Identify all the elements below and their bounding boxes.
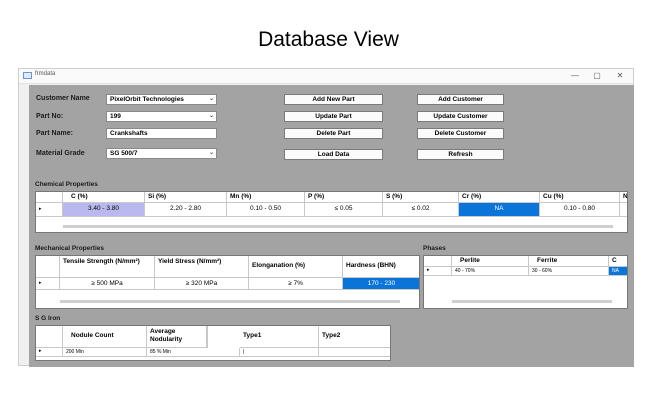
horizontal-scrollbar[interactable]	[63, 225, 613, 228]
row-header[interactable]: ▸	[36, 278, 60, 290]
app-window: frmdata — ▢ ✕ Customer Name Part No: Par…	[18, 68, 634, 367]
chemical-properties-grid[interactable]: C (%) Si (%) Mn (%) P (%) S (%) Cr (%) C…	[35, 191, 628, 233]
column-header[interactable]: Ferrite	[529, 256, 609, 267]
table-cell[interactable]: 170 - 230	[343, 278, 419, 290]
current-row-icon: ▸	[39, 348, 42, 354]
grid-corner	[36, 326, 63, 348]
customer-name-label: Customer Name	[36, 95, 90, 102]
column-header[interactable]: C	[609, 256, 627, 267]
chevron-down-icon[interactable]: ⌄	[209, 149, 214, 158]
sg-iron-grid[interactable]: Nodule Count Average Nodularity Type1 Ty…	[35, 325, 391, 361]
add-new-part-button[interactable]: Add New Part	[284, 94, 383, 105]
customer-name-value: PixelOrbit Technologies	[110, 96, 184, 103]
part-name-label: Part Name:	[36, 130, 73, 137]
table-cell[interactable]: 200 Min	[63, 348, 147, 357]
column-header[interactable]: C (%)	[63, 192, 145, 203]
table-cell[interactable]: ≥ 320 MPa	[155, 278, 249, 290]
chevron-down-icon[interactable]: ⌄	[209, 112, 214, 121]
mechanical-properties-grid[interactable]: Tensile Strength (N/mm²) Yield Stress (N…	[35, 255, 420, 309]
form-client-area: Customer Name Part No: Part Name: Materi…	[29, 85, 634, 367]
delete-part-button[interactable]: Delete Part	[284, 128, 383, 139]
update-part-button[interactable]: Update Part	[284, 111, 383, 122]
row-header[interactable]: ▸	[36, 203, 63, 217]
table-cell[interactable]	[319, 348, 390, 357]
window-title: frmdata	[35, 71, 56, 77]
page-title: Database View	[258, 28, 399, 51]
table-cell[interactable]: 0.10 - 0.80	[540, 203, 620, 217]
material-grade-label: Material Grade	[36, 150, 85, 157]
part-no-select[interactable]: 199 ⌄	[106, 111, 217, 122]
close-button[interactable]: ✕	[613, 70, 627, 82]
sg-iron-heading: S G Iron	[35, 315, 61, 322]
column-header[interactable]: P (%)	[305, 192, 383, 203]
delete-customer-button[interactable]: Delete Customer	[417, 128, 504, 139]
column-header[interactable]: Si (%)	[145, 192, 227, 203]
column-header[interactable]: N	[620, 192, 627, 203]
column-header[interactable]: Hardness (BHN)	[343, 256, 419, 278]
part-no-label: Part No:	[36, 113, 64, 120]
customer-name-select[interactable]: PixelOrbit Technologies ⌄	[106, 94, 217, 105]
row-header[interactable]: ▸	[36, 348, 63, 357]
current-row-icon: ▸	[427, 267, 430, 273]
row-header[interactable]: ▸	[424, 267, 452, 276]
table-cell[interactable]: NA	[609, 267, 627, 276]
column-header[interactable]: Mn (%)	[227, 192, 305, 203]
mechanical-properties-heading: Mechanical Properties	[35, 245, 104, 252]
column-header[interactable]: Elonganation (%)	[249, 256, 343, 278]
table-cell[interactable]: 2.20 - 2.80	[145, 203, 227, 217]
material-grade-value: SG 500/7	[110, 150, 138, 157]
column-header[interactable]: Average Nodularity	[147, 326, 207, 348]
table-cell[interactable]: ≤ 0.02	[383, 203, 459, 217]
table-cell[interactable]: ≥ 7%	[249, 278, 343, 290]
title-bar: frmdata — ▢ ✕	[19, 69, 633, 84]
part-name-input[interactable]: Crankshafts	[106, 128, 217, 139]
current-row-icon: ▸	[39, 280, 42, 286]
table-cell[interactable]: ≤ 0.05	[305, 203, 383, 217]
table-cell[interactable]: 3.40 - 3.80	[63, 203, 145, 217]
phases-grid[interactable]: Perlite Ferrite C ▸ 40 - 70% 30 - 60% NA	[423, 255, 628, 309]
material-grade-select[interactable]: SG 500/7 ⌄	[106, 148, 217, 159]
column-header[interactable]: Nodule Count	[63, 326, 147, 348]
add-customer-button[interactable]: Add Customer	[417, 94, 504, 105]
table-cell[interactable]: 0.10 - 0.50	[227, 203, 305, 217]
column-header[interactable]: Perlite	[452, 256, 529, 267]
phases-heading: Phases	[423, 245, 446, 252]
grid-corner	[36, 256, 60, 278]
column-header[interactable]: Cu (%)	[540, 192, 620, 203]
update-customer-button[interactable]: Update Customer	[417, 111, 504, 122]
maximize-button[interactable]: ▢	[590, 70, 604, 82]
part-no-value: 199	[110, 113, 121, 120]
column-header[interactable]: Type1	[240, 326, 319, 348]
grid-corner	[36, 192, 63, 203]
column-header[interactable]: Tensile Strength (N/mm²)	[60, 256, 155, 278]
current-row-icon: ▸	[39, 206, 42, 212]
refresh-button[interactable]: Refresh	[417, 149, 504, 160]
app-window-icon	[23, 72, 32, 79]
column-header[interactable]: S (%)	[383, 192, 459, 203]
grid-corner	[424, 256, 452, 267]
horizontal-scrollbar[interactable]	[452, 300, 612, 303]
minimize-button[interactable]: —	[568, 70, 582, 82]
table-cell[interactable]: |	[240, 348, 319, 357]
column-header[interactable]: Cr (%)	[459, 192, 540, 203]
column-header[interactable]: Yield Stress (N/mm²)	[155, 256, 249, 278]
column-divider	[207, 326, 208, 348]
column-header[interactable]: Type2	[319, 326, 390, 348]
part-name-value: Crankshafts	[110, 130, 148, 137]
chevron-down-icon[interactable]: ⌄	[209, 95, 214, 104]
horizontal-scrollbar[interactable]	[60, 300, 400, 303]
table-cell[interactable]: NA	[459, 203, 540, 217]
table-cell[interactable]: 40 - 70%	[452, 267, 529, 276]
load-data-button[interactable]: Load Data	[284, 149, 383, 160]
table-cell[interactable]: 30 - 60%	[529, 267, 609, 276]
table-cell[interactable]: 85 % Min	[147, 348, 240, 357]
chemical-properties-heading: Chemical Properties	[35, 181, 98, 188]
table-cell[interactable]: ≥ 500 MPa	[60, 278, 155, 290]
table-cell[interactable]	[620, 203, 627, 217]
